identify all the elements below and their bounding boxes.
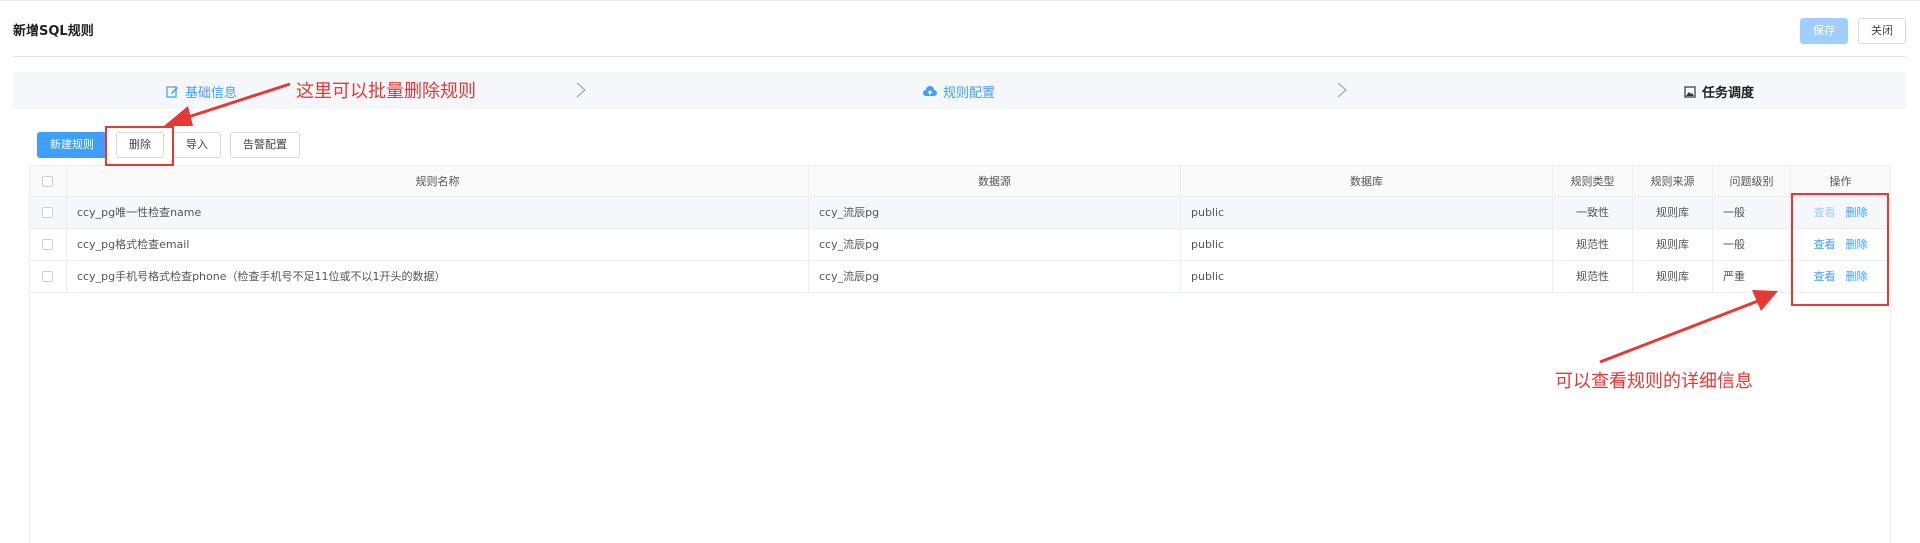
save-button[interactable]: 保存 [1800, 18, 1848, 44]
step-label: 基础信息 [185, 86, 238, 101]
edit-icon [166, 86, 178, 98]
table-row[interactable]: ccy_pg唯一性检查name ccy_流辰pg public 一致性 规则库 … [30, 197, 1890, 229]
page-title: 新增SQL规则 [13, 24, 94, 39]
datasource-cell: ccy_流辰pg [809, 229, 1181, 260]
row-checkbox[interactable] [42, 271, 53, 282]
datasource-cell: ccy_流辰pg [809, 261, 1181, 292]
column-header: 规则名称 [67, 166, 809, 197]
row-select-cell [30, 197, 67, 228]
table-row[interactable]: ccy_pg手机号格式检查phone（检查手机号不足11位或不以1开头的数据） … [30, 261, 1890, 293]
batch-delete-annotation: 这里可以批量删除规则 [296, 81, 476, 102]
row-checkbox[interactable] [42, 239, 53, 250]
new-rule-button[interactable]: 新建规则 [37, 132, 107, 158]
column-header: 数据源 [809, 166, 1181, 197]
close-button[interactable]: 关闭 [1858, 18, 1906, 44]
issue-level-cell: 严重 [1713, 261, 1791, 292]
page: 新增SQL规则 保存 关闭 基础信息 规则配置 任务调度 新建规则 删除 导入 … [0, 0, 1920, 543]
database-cell: public [1181, 197, 1553, 228]
actions-highlight-box [1791, 193, 1889, 306]
step-task-schedule[interactable]: 任务调度 [1684, 82, 1754, 101]
rules-table: 规则名称 数据源 数据库 规则类型 规则来源 问题级别 操作 ccy_pg唯一性… [29, 165, 1891, 543]
rule-source-cell: 规则库 [1633, 229, 1713, 260]
column-header: 问题级别 [1713, 166, 1791, 197]
datasource-cell: ccy_流辰pg [809, 197, 1181, 228]
chevron-right-icon [1337, 82, 1347, 98]
chevron-right-icon [576, 82, 586, 98]
step-rule-config[interactable]: 规则配置 [923, 82, 995, 101]
step-label: 任务调度 [1702, 86, 1755, 101]
delete-highlight-box [105, 126, 174, 166]
alarm-config-button[interactable]: 告警配置 [230, 132, 300, 158]
database-cell: public [1181, 229, 1553, 260]
rule-type-cell: 规范性 [1553, 261, 1633, 292]
header: 新增SQL规则 保存 关闭 [0, 0, 1920, 57]
row-select-cell [30, 261, 67, 292]
header-divider [13, 56, 1906, 57]
row-select-cell [30, 229, 67, 260]
select-all-checkbox[interactable] [42, 176, 53, 187]
rule-name-cell: ccy_pg唯一性检查name [67, 197, 809, 228]
table-header: 规则名称 数据源 数据库 规则类型 规则来源 问题级别 操作 [30, 165, 1890, 197]
image-icon [1684, 85, 1696, 98]
column-header: 数据库 [1181, 166, 1553, 197]
rule-type-cell: 一致性 [1553, 197, 1633, 228]
import-button[interactable]: 导入 [173, 132, 221, 158]
rule-source-cell: 规则库 [1633, 261, 1713, 292]
rule-name-cell: ccy_pg格式检查email [67, 229, 809, 260]
cloud-upload-icon [923, 85, 937, 96]
database-cell: public [1181, 261, 1553, 292]
column-header: 规则来源 [1633, 166, 1713, 197]
issue-level-cell: 一般 [1713, 229, 1791, 260]
rule-name-cell: ccy_pg手机号格式检查phone（检查手机号不足11位或不以1开头的数据） [67, 261, 809, 292]
column-header: 规则类型 [1553, 166, 1633, 197]
step-basic-info[interactable]: 基础信息 [166, 82, 237, 101]
view-detail-annotation: 可以查看规则的详细信息 [1555, 371, 1753, 392]
row-checkbox[interactable] [42, 207, 53, 218]
rule-type-cell: 规范性 [1553, 229, 1633, 260]
issue-level-cell: 一般 [1713, 197, 1791, 228]
table-row[interactable]: ccy_pg格式检查email ccy_流辰pg public 规范性 规则库 … [30, 229, 1890, 261]
step-label: 规则配置 [943, 86, 996, 101]
select-all-cell [30, 166, 67, 197]
rule-source-cell: 规则库 [1633, 197, 1713, 228]
